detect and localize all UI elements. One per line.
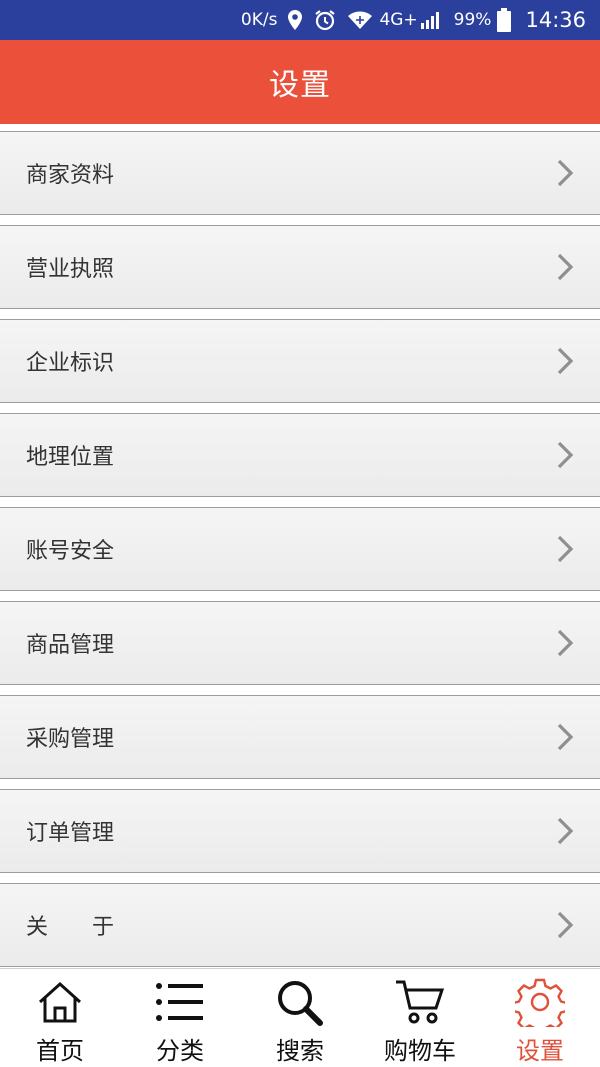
settings-item-merchant-profile[interactable]: 商家资料 (0, 131, 600, 215)
settings-item-label: 采购管理 (26, 727, 115, 752)
clock-time: 14:36 (525, 8, 586, 32)
settings-item-company-logo[interactable]: 企业标识 (0, 319, 600, 403)
chevron-right-icon (556, 440, 574, 470)
tab-label: 设置 (516, 1037, 564, 1065)
status-bar: 0K/s 4G+ 99% 14:36 (0, 0, 600, 40)
network-type: 4G+ (379, 10, 418, 30)
settings-item-location[interactable]: 地理位置 (0, 413, 600, 497)
settings-item-purchase-management[interactable]: 采购管理 (0, 695, 600, 779)
chevron-right-icon (556, 628, 574, 658)
tab-label: 分类 (156, 1037, 204, 1065)
chevron-right-icon (556, 910, 574, 940)
settings-list: 商家资料 营业执照 企业标识 地理位置 账号安全 商品管理 采购管理 订单管理 … (0, 124, 600, 968)
settings-item-account-security[interactable]: 账号安全 (0, 507, 600, 591)
settings-item-order-management[interactable]: 订单管理 (0, 789, 600, 873)
chevron-right-icon (556, 158, 574, 188)
settings-item-label: 商家资料 (26, 163, 115, 188)
chevron-right-icon (556, 534, 574, 564)
tab-label: 搜索 (276, 1037, 324, 1065)
settings-item-label: 订单管理 (26, 821, 115, 846)
home-icon (36, 977, 84, 1027)
tab-label: 购物车 (384, 1037, 456, 1065)
header: 设置 (0, 40, 600, 124)
chevron-right-icon (556, 816, 574, 846)
tab-label: 首页 (36, 1037, 84, 1065)
tab-cart[interactable]: 购物车 (360, 969, 480, 1067)
chevron-right-icon (556, 346, 574, 376)
list-icon (155, 977, 205, 1027)
settings-item-about[interactable]: 关于 (0, 883, 600, 967)
settings-item-label: 地理位置 (26, 445, 115, 470)
cart-icon (394, 977, 446, 1027)
settings-item-label: 关于 (26, 915, 159, 940)
tab-settings[interactable]: 设置 (480, 969, 600, 1067)
tab-home[interactable]: 首页 (0, 969, 120, 1067)
settings-item-label: 账号安全 (26, 539, 115, 564)
network-speed: 0K/s (240, 10, 278, 30)
alarm-icon (313, 8, 337, 32)
tab-search[interactable]: 搜索 (240, 969, 360, 1067)
settings-item-business-license[interactable]: 营业执照 (0, 225, 600, 309)
chevron-right-icon (556, 252, 574, 282)
page-title: 设置 (269, 68, 331, 103)
settings-item-label: 企业标识 (26, 351, 115, 376)
settings-item-label: 营业执照 (26, 257, 115, 282)
gear-icon (515, 977, 565, 1027)
settings-item-label: 商品管理 (26, 633, 115, 658)
battery-icon (497, 8, 512, 32)
search-icon (275, 977, 325, 1027)
bottom-tab-bar: 首页 分类 搜索 购物车 设置 (0, 968, 600, 1067)
chevron-right-icon (556, 722, 574, 752)
tab-category[interactable]: 分类 (120, 969, 240, 1067)
signal-icon (420, 10, 440, 30)
wifi-icon (347, 10, 373, 30)
battery-percent: 99% (453, 10, 492, 30)
location-icon (287, 9, 303, 31)
settings-item-product-management[interactable]: 商品管理 (0, 601, 600, 685)
